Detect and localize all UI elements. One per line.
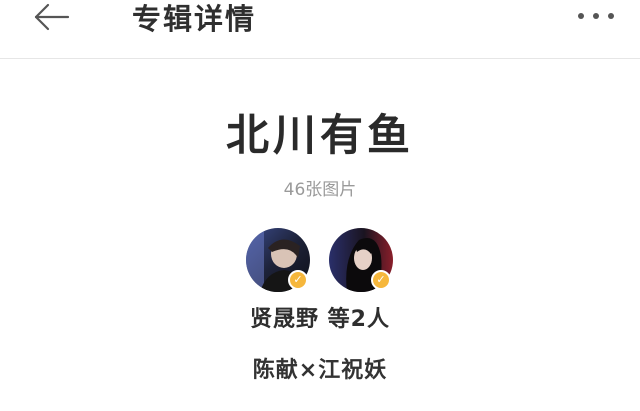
more-dot-icon (608, 13, 614, 19)
verified-badge-icon: ✓ (288, 270, 308, 290)
album-detail-page: 专辑详情 北川有鱼 46张图片 ✓ ✓ 贤晟野 等2人 陈献×江祝妖 (0, 0, 640, 411)
top-bar: 专辑详情 (0, 0, 640, 59)
authors-label[interactable]: 贤晟野 等2人 (0, 304, 640, 336)
arrow-left-icon (34, 3, 70, 31)
author-avatar-1[interactable]: ✓ (246, 228, 310, 292)
more-dot-icon (593, 13, 599, 19)
album-title: 北川有鱼 (226, 111, 414, 161)
verified-badge-icon: ✓ (371, 270, 391, 290)
author-avatar-2[interactable]: ✓ (329, 228, 393, 292)
more-button[interactable] (576, 4, 616, 26)
back-button[interactable] (26, 0, 74, 34)
page-title: 专辑详情 (132, 2, 257, 36)
photo-count: 46张图片 (283, 180, 357, 200)
more-dot-icon (578, 13, 584, 19)
album-tag: 陈献×江祝妖 (252, 358, 388, 383)
